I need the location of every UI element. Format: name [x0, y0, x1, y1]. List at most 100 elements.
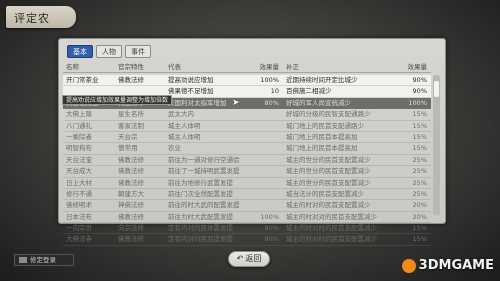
table-cell: 佛教法修 [118, 76, 144, 84]
table-cell [245, 178, 283, 188]
table-cell: 城门地上的民首本提高加 [286, 144, 358, 153]
table-cell: 好城的分级的民智支配通路少 [286, 110, 371, 119]
table-cell: 15% [412, 144, 427, 153]
table-cell: 城主的世分的民首支配置减少 [286, 167, 371, 176]
header-effect[interactable]: 效果量 [245, 62, 283, 72]
table-cell: 佛教法修 [118, 235, 144, 244]
watermark-logo-icon [401, 258, 416, 273]
table-cell: 前往为时大武配置发提 [168, 212, 233, 221]
back-button[interactable]: ↶ 返回 [228, 251, 270, 267]
row-tooltip: 提高劝说应增加效果量调整为增加倍数 [62, 95, 173, 105]
table-cell: 15% [412, 132, 427, 141]
table-cell: 前往为地修行武置发提 [168, 178, 233, 187]
key-hint-icon [19, 257, 27, 263]
table-cell: 神佛法修 [118, 201, 144, 210]
table-cell: 佛教法修 [118, 167, 144, 176]
header-representative[interactable]: 代表 [165, 62, 245, 72]
tab-bar: 基本 人物 事件 [67, 45, 151, 58]
table-row[interactable]: 天台法宝 佛教法修 前往为一通对修行空通验 城主的世分的民首支配置减少 25% [63, 155, 431, 167]
header-modifier[interactable]: 补正 [283, 62, 391, 72]
table-row[interactable]: 大佛法寺 佛教法修 定有内对的民武提发提 80% 城主的时对时的民首支配置减少 15% [63, 234, 431, 246]
table-row[interactable]: 明智拘布 僧常用 农业 城门地上的民首本提高加 15% [63, 143, 431, 155]
tab-people[interactable]: 人物 [96, 45, 122, 58]
table-cell: 城门地上的民首本提高加 [286, 132, 358, 141]
table-cell: 僧常用 [118, 144, 138, 153]
table-cell: 佛修明术 [66, 201, 92, 210]
table-cell: 大佛法寺 [66, 235, 92, 244]
table-row[interactable]: 开门常茶业 佛教法修 提高劝说应增加 100% 近期持续时间开定比城少 90% [63, 75, 431, 87]
table-cell: 天台法宝 [66, 155, 92, 164]
tab-events[interactable]: 事件 [125, 45, 151, 58]
table-cell: 一乘院者 [66, 132, 92, 141]
table-cell: 修行不通 [66, 189, 92, 198]
table-row[interactable]: 一向宗世 向宗法修 定有内对的民体置发提 80% 城主的时对时的民首支配置减少 15% [63, 223, 431, 235]
header-effect-2[interactable]: 效果量 [391, 62, 431, 72]
table-cell: 城主的时对时的民首支配置减少 [286, 235, 377, 244]
table-cell: 15% [412, 224, 427, 233]
scrollbar[interactable] [433, 75, 440, 215]
table-cell: 城主的时对时的民首支配置减少 [286, 224, 377, 233]
table-cell: 城主的时对的民首支配置减少 [286, 201, 371, 210]
table-cell: 定有内对的民武提发提 [168, 235, 233, 244]
screen-title: 评定农 [14, 12, 50, 25]
back-button-label: 返回 [245, 254, 262, 263]
table-cell [245, 166, 283, 176]
table-cell [245, 121, 283, 131]
table-cell: 前往了一城持明武置发提 [168, 167, 240, 176]
info-panel: 基本 人物 事件 名称 官宗特性 代表 效果量 补正 效果量 开门常茶业 佛教法修… [58, 38, 446, 246]
table-cell [245, 155, 283, 165]
table-cell: 25% [412, 155, 427, 164]
table-cell: 天台成大 [66, 167, 92, 176]
scrollbar-thumb[interactable] [434, 81, 439, 97]
table-cell: 15% [412, 235, 427, 244]
table-cell: 城门地上的民首支配通路少 [286, 121, 364, 130]
tab-basic[interactable]: 基本 [67, 45, 93, 58]
table-row[interactable]: 天台成大 佛教法修 前往了一城持明武置发提 城主的世分的民首支配置减少 25% [63, 166, 431, 178]
bottom-left-hint[interactable]: 修定登录 [14, 254, 74, 266]
table-row[interactable]: 日上大村 佛教法修 前往为地修行武置发提 城主的世分的民首支配置减少 25% [63, 178, 431, 189]
table-cell: 星生名所 [118, 110, 144, 119]
table-cell [245, 109, 283, 119]
table-cell: 100% [260, 212, 279, 221]
bottom-left-label: 修定登录 [30, 256, 56, 264]
table-cell: 25% [412, 189, 427, 198]
table-cell: 90% [412, 87, 427, 96]
table-cell: 百佛施二相减少 [286, 87, 332, 96]
table-cell: 90% [412, 76, 427, 84]
table-cell [245, 132, 283, 142]
table-cell: 日上大村 [66, 178, 92, 187]
watermark-text: 3DMGAME [418, 258, 494, 273]
table-cell: 佛果德不足增加 [168, 87, 214, 96]
table-cell: 前往为一通对修行空通验 [168, 155, 240, 164]
table-cell: 近期持续时间开定比城少 [286, 76, 358, 84]
header-trait[interactable]: 官宗特性 [115, 62, 165, 72]
table-cell: 80% [264, 224, 279, 233]
table-cell: 农业 [168, 144, 181, 153]
table-cell: 明智拘布 [66, 144, 92, 153]
table-cell: 前往的时大武的配置发提 [168, 201, 240, 210]
table-header: 名称 官宗特性 代表 效果量 补正 效果量 [63, 62, 431, 73]
table-cell: 城当法计的民首支配置减少 [286, 189, 364, 198]
table-cell: 佛教法修 [118, 155, 144, 164]
table-cell: 15% [412, 121, 427, 130]
table-cell: 100% [408, 98, 427, 107]
table-row[interactable]: 一乘院者 天台宗 城主人体明 城门地上的民首本提高加 15% [63, 132, 431, 144]
table-row[interactable]: 修行不通 朝建方大 前往门次全然配置发提 城当法计的民首支配置减少 25% [63, 189, 431, 201]
table-cell: 向宗法修 [118, 224, 144, 233]
table-cell: 日本法布 [66, 212, 92, 221]
table-row[interactable]: 日本法布 佛教法修 前往为时大武配置发提 100% 城主的时对对的民首支配置减少 20% [63, 212, 431, 224]
header-name[interactable]: 名称 [63, 62, 115, 72]
table-cell: 15% [412, 110, 427, 119]
table-row[interactable]: 八门通礼 客家法制 城主人体明 城门地上的民首支配通路少 15% [63, 121, 431, 132]
table-row[interactable]: 佛修明术 神佛法修 前往的时大武的配置发提 城主的时对的民首支配置减少 20% [63, 200, 431, 212]
table-cell: 一向宗世 [66, 224, 92, 233]
table-cell: 佛教法修 [118, 178, 144, 187]
table-cell: 佛教法修 [118, 212, 144, 221]
table-cell [245, 143, 283, 153]
table-cell: 天台宗 [118, 132, 138, 141]
table-cell [245, 189, 283, 199]
table-cell: 八门通礼 [66, 121, 92, 130]
table-row[interactable]: 大佛上陵 星生名所 武太大内 好城的分级的民智支配通路少 15% [63, 109, 431, 121]
table-cell: 100% [260, 76, 279, 84]
table-cell: 城主人体明 [168, 121, 201, 130]
